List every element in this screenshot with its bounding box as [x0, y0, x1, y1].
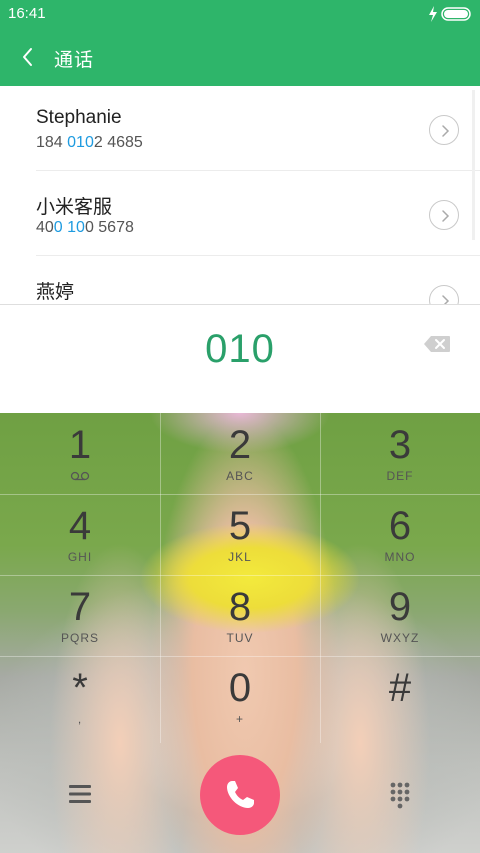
number-part: 0 5678: [84, 219, 134, 236]
status-time: 16:41: [8, 5, 46, 22]
contact-detail-button[interactable]: [429, 200, 459, 230]
key-digit: 5: [228, 504, 252, 548]
key-digit: 3: [388, 423, 412, 467]
key-letters: WXYZ: [380, 631, 420, 645]
key-9[interactable]: 9 WXYZ: [320, 575, 480, 656]
backspace-icon[interactable]: [423, 335, 451, 353]
chevron-right-icon: [442, 295, 450, 304]
call-button[interactable]: [200, 755, 280, 835]
number-match: 0 10: [53, 219, 85, 236]
number-match: 010: [67, 134, 94, 151]
key-digit: 9: [388, 585, 412, 629]
number-part: 40: [36, 219, 54, 236]
contact-detail-button[interactable]: [429, 115, 459, 145]
key-star[interactable]: * ,: [0, 656, 160, 737]
contact-name: 小米客服: [36, 197, 113, 218]
chevron-right-icon: [442, 210, 450, 222]
key-hash[interactable]: #: [320, 656, 480, 737]
dialer-bottom-bar: [0, 743, 480, 853]
key-letters: +: [235, 712, 244, 726]
menu-icon[interactable]: [68, 783, 92, 805]
voicemail-icon: [70, 471, 90, 481]
contact-item[interactable]: 小米客服 400 100 5678: [0, 171, 480, 256]
key-3[interactable]: 3 DEF: [320, 413, 480, 494]
contact-detail-button[interactable]: [429, 285, 459, 304]
phone-icon: [227, 781, 254, 808]
key-digit: 0: [228, 666, 252, 710]
key-4[interactable]: 4 GHI: [0, 494, 160, 575]
contact-name: 燕婷: [36, 282, 75, 303]
key-7[interactable]: 7 PQRS: [0, 575, 160, 656]
key-letters: ,: [77, 712, 83, 726]
page-title: 通话: [54, 50, 95, 71]
key-1[interactable]: 1: [0, 413, 160, 494]
number-part: 2 4685: [93, 134, 143, 151]
chevron-left-icon[interactable]: [17, 44, 39, 70]
key-letters: ABC: [226, 469, 254, 483]
bolt-icon: [429, 6, 437, 22]
key-letters: TUV: [226, 631, 254, 645]
key-digit: 2: [228, 423, 252, 467]
key-6[interactable]: 6 MNO: [320, 494, 480, 575]
app-header: 16:41 通话: [0, 0, 480, 86]
key-letters: DEF: [386, 469, 414, 483]
contact-number: 184 0102 4685: [36, 134, 143, 152]
key-2[interactable]: 2 ABC: [160, 413, 320, 494]
key-letters: MNO: [384, 550, 416, 564]
key-8[interactable]: 8 TUV: [160, 575, 320, 656]
key-digit: 6: [388, 504, 412, 548]
contact-item[interactable]: 燕婷: [0, 256, 480, 304]
key-0[interactable]: 0 +: [160, 656, 320, 737]
key-letters: JKL: [228, 550, 252, 564]
number-part: 184: [36, 134, 68, 151]
key-letters: PQRS: [60, 631, 99, 645]
contact-list: Stephanie 184 0102 4685 小米客服 400 100 567…: [0, 86, 480, 304]
dialpad-icon[interactable]: [389, 781, 411, 809]
status-bar: 16:41: [0, 0, 480, 28]
key-digit: *: [72, 666, 88, 710]
scrollbar[interactable]: [472, 90, 475, 240]
dialpad: 1 2 ABC 3 DEF 4 GHI 5 JKL 6 MNO 7 PQRS 8…: [0, 413, 480, 853]
key-digit: 4: [68, 504, 92, 548]
key-digit: 1: [68, 423, 92, 467]
key-digit: 7: [68, 585, 92, 629]
key-5[interactable]: 5 JKL: [160, 494, 320, 575]
battery-icon: [441, 7, 471, 21]
chevron-right-icon: [442, 125, 450, 137]
contact-name: Stephanie: [36, 107, 122, 128]
dialed-number: 010: [205, 327, 275, 371]
contact-item[interactable]: Stephanie 184 0102 4685: [0, 86, 480, 171]
key-digit: 8: [228, 585, 252, 629]
contact-number: 400 100 5678: [36, 219, 134, 237]
key-digit: #: [388, 666, 412, 710]
dial-display: 010: [0, 305, 480, 413]
key-letters: GHI: [67, 550, 93, 564]
